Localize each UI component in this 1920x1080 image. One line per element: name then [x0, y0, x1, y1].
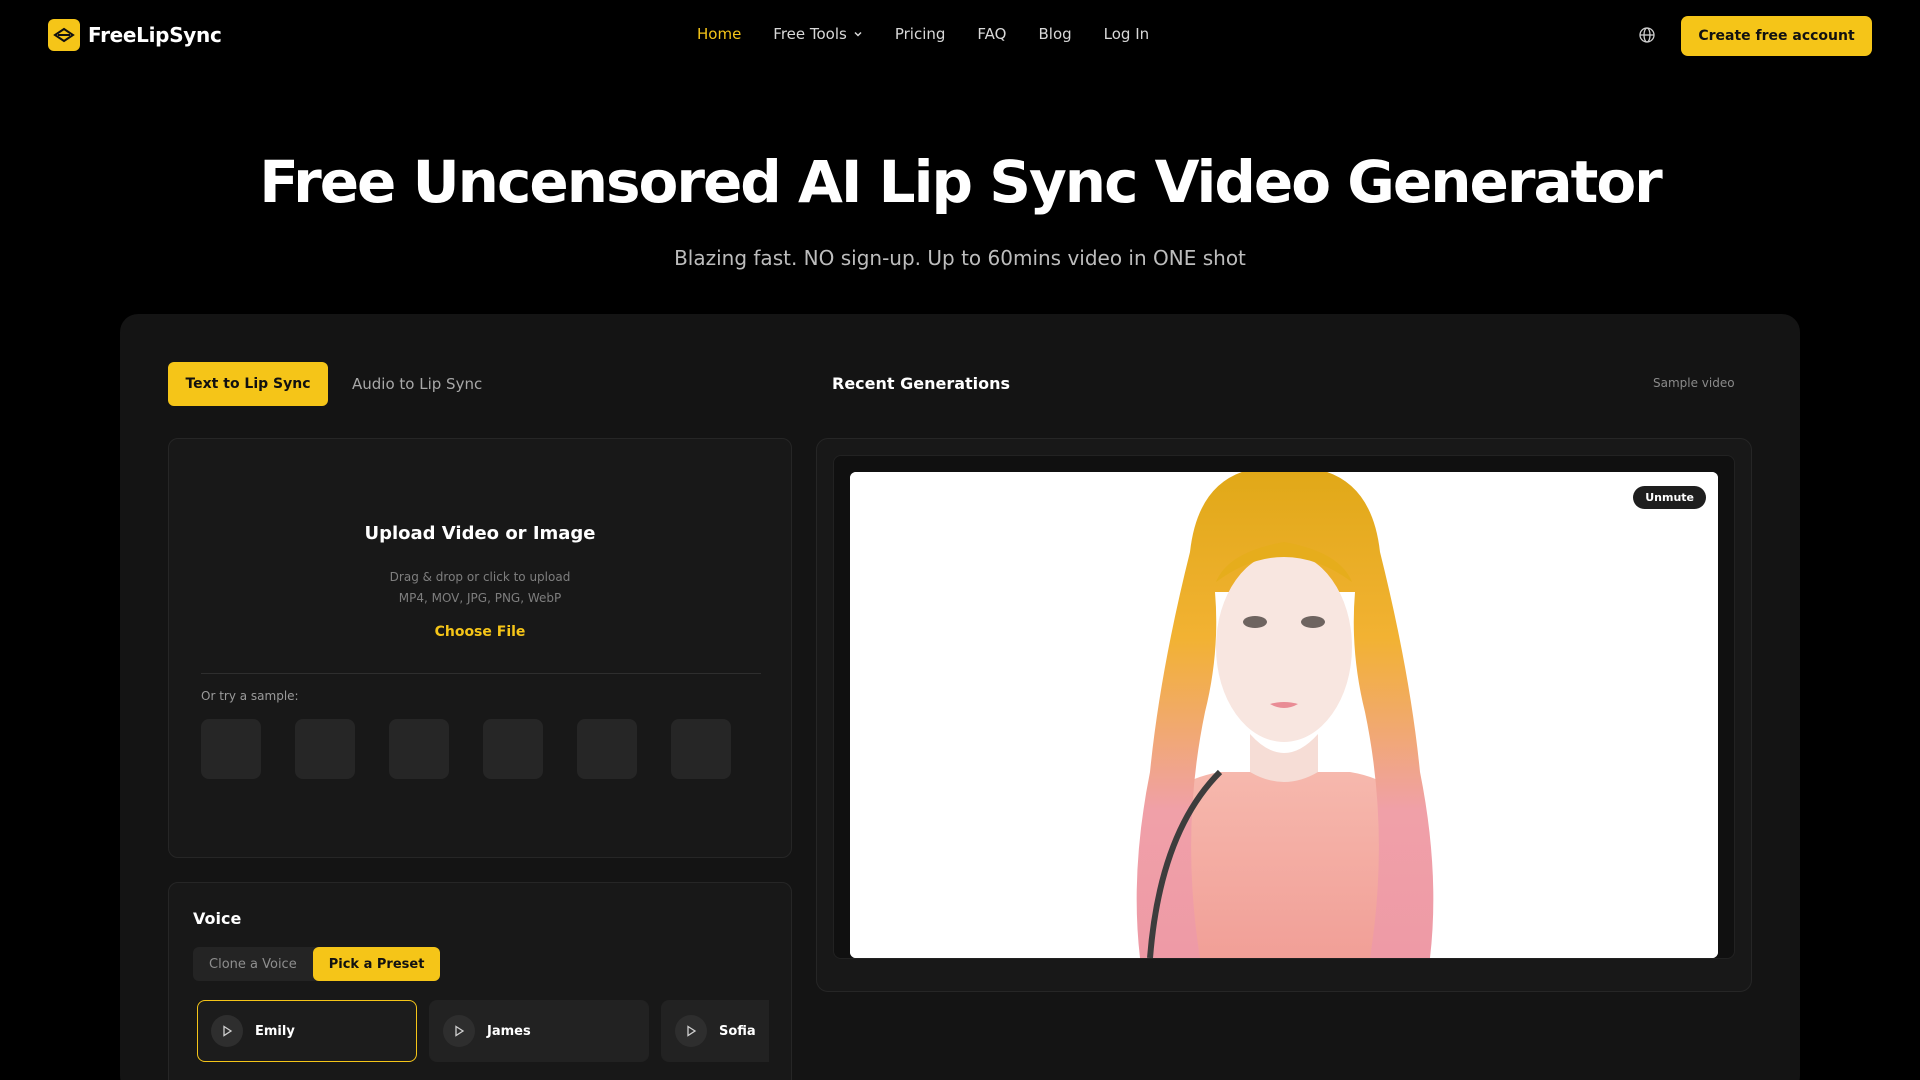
voice-presets: Emily James Sofia [197, 1000, 769, 1062]
top-navigation: FreeLipSync Home Free Tools Pricing FAQ … [0, 0, 1920, 70]
sample-thumbnail[interactable] [483, 719, 543, 779]
upload-formats: MP4, MOV, JPG, PNG, WebP [398, 591, 562, 605]
chevron-down-icon [854, 31, 862, 37]
tab-text-to-lip-sync[interactable]: Text to Lip Sync [168, 362, 328, 406]
main-menu: Home Free Tools Pricing FAQ Blog Log In [697, 25, 1181, 43]
nav-home[interactable]: Home [697, 25, 741, 43]
recent-generations-card: Unmute [816, 438, 1752, 992]
voice-mode-toggle: Clone a Voice Pick a Preset [193, 947, 441, 981]
page-title: Free Uncensored AI Lip Sync Video Genera… [259, 148, 1663, 216]
play-icon[interactable] [211, 1015, 243, 1047]
nav-login[interactable]: Log In [1104, 25, 1150, 43]
voice-preset-name: James [487, 1023, 531, 1039]
voice-preset-sofia[interactable]: Sofia [661, 1000, 769, 1062]
sample-thumbnails [201, 719, 731, 779]
nav-faq[interactable]: FAQ [977, 25, 1006, 43]
recent-generations-title: Recent Generations [832, 374, 1011, 393]
tab-audio-to-lip-sync[interactable]: Audio to Lip Sync [352, 362, 482, 406]
choose-file-button[interactable]: Choose File [169, 624, 791, 640]
video-portrait-image [850, 472, 1718, 958]
sample-video-player[interactable]: Unmute [850, 472, 1718, 958]
brand-name: FreeLipSync [88, 23, 222, 47]
nav-free-tools-label: Free Tools [773, 25, 847, 43]
brand-logo[interactable]: FreeLipSync [48, 19, 222, 51]
sample-label: Or try a sample: [201, 689, 299, 703]
nav-blog[interactable]: Blog [1038, 25, 1071, 43]
voice-preset-james[interactable]: James [429, 1000, 649, 1062]
voice-title: Voice [193, 909, 242, 928]
create-account-button[interactable]: Create free account [1681, 16, 1872, 56]
page-subtitle: Blazing fast. NO sign-up. Up to 60mins v… [674, 246, 1246, 270]
unmute-button[interactable]: Unmute [1633, 486, 1706, 509]
upload-dropzone[interactable]: Upload Video or Image Drag & drop or cli… [168, 438, 792, 858]
nav-free-tools[interactable]: Free Tools [773, 25, 863, 43]
sample-thumbnail[interactable] [201, 719, 261, 779]
voice-preset-name: Emily [255, 1023, 295, 1039]
play-icon[interactable] [443, 1015, 475, 1047]
upload-title: Upload Video or Image [364, 523, 596, 544]
pick-preset-tab[interactable]: Pick a Preset [312, 947, 441, 981]
sample-video-label: Sample video [1653, 376, 1735, 390]
logo-icon [48, 19, 80, 51]
voice-preset-name: Sofia [719, 1023, 756, 1039]
sample-thumbnail[interactable] [295, 719, 355, 779]
sample-thumbnail[interactable] [577, 719, 637, 779]
upload-hint: Drag & drop or click to upload MP4, MOV,… [169, 567, 791, 609]
sample-thumbnail[interactable] [671, 719, 731, 779]
sample-thumbnail[interactable] [389, 719, 449, 779]
globe-icon[interactable] [1638, 26, 1656, 44]
nav-pricing[interactable]: Pricing [895, 25, 946, 43]
generator-panel: Text to Lip Sync Audio to Lip Sync Recen… [120, 314, 1800, 1080]
upload-hint-line: Drag & drop or click to upload [389, 570, 571, 584]
voice-preset-emily[interactable]: Emily [197, 1000, 417, 1062]
clone-voice-tab[interactable]: Clone a Voice [193, 947, 313, 981]
divider [201, 673, 761, 674]
video-frame: Unmute [833, 455, 1735, 959]
voice-section: Voice Clone a Voice Pick a Preset Emily … [168, 882, 792, 1080]
play-icon[interactable] [675, 1015, 707, 1047]
